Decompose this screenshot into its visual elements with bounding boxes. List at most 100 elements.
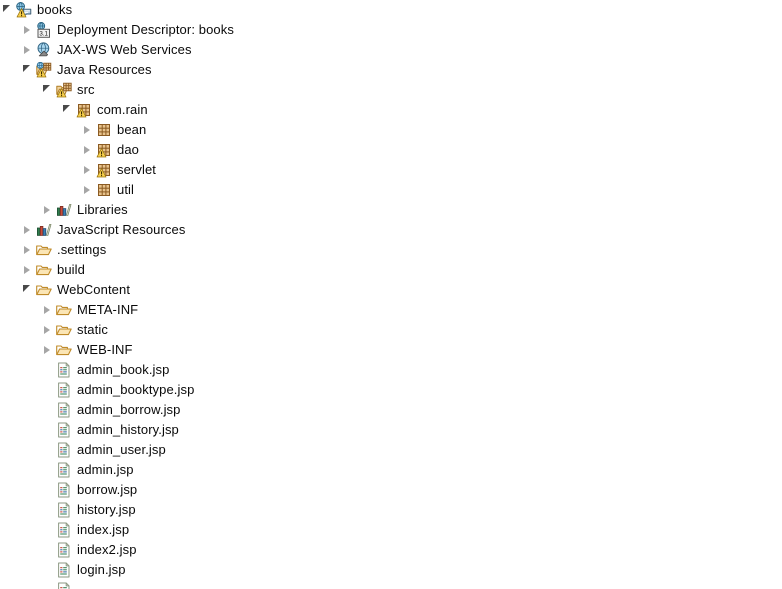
svg-text:3.1: 3.1	[39, 31, 48, 38]
jsp-file-icon	[56, 482, 72, 498]
dynamic-web-project-icon	[16, 2, 32, 18]
tree-item[interactable]: login.jsp	[0, 560, 782, 580]
tree-arrow-placeholder	[40, 440, 56, 460]
tree-item-label: WEB-INF	[77, 342, 133, 357]
tree-item[interactable]: admin_history.jsp	[0, 420, 782, 440]
libraries-icon	[36, 222, 52, 238]
tree-item-label: static	[77, 322, 108, 337]
deployment-descriptor-icon: 3.1	[36, 22, 52, 38]
tree-item[interactable]: src	[0, 80, 782, 100]
tree-item[interactable]: bean	[0, 120, 782, 140]
tree-item-label: Java Resources	[57, 62, 152, 77]
tree-item[interactable]	[0, 580, 782, 589]
tree-arrow-placeholder	[40, 580, 56, 589]
tree-item[interactable]: 3.1 Deployment Descriptor: books	[0, 20, 782, 40]
tree-item[interactable]: build	[0, 260, 782, 280]
tree-item[interactable]: Java Resources	[0, 60, 782, 80]
tree-arrow-placeholder	[40, 380, 56, 400]
tree-item-label: JavaScript Resources	[57, 222, 186, 237]
tree-item[interactable]: WebContent	[0, 280, 782, 300]
tree-item-label: admin.jsp	[77, 462, 134, 477]
tree-item[interactable]: admin_book.jsp	[0, 360, 782, 380]
tree-item[interactable]: history.jsp	[0, 500, 782, 520]
tree-item-label: dao	[117, 142, 139, 157]
folder-icon	[36, 262, 52, 278]
chevron-right-icon[interactable]	[20, 20, 36, 40]
chevron-down-icon[interactable]	[40, 80, 56, 100]
chevron-right-icon[interactable]	[40, 320, 56, 340]
tree-item-label: Deployment Descriptor: books	[57, 22, 234, 37]
chevron-right-icon[interactable]	[80, 140, 96, 160]
tree-item[interactable]: index.jsp	[0, 520, 782, 540]
chevron-right-icon[interactable]	[20, 220, 36, 240]
tree-item[interactable]: borrow.jsp	[0, 480, 782, 500]
jsp-file-icon	[56, 542, 72, 558]
tree-item-label: .settings	[57, 242, 107, 257]
folder-icon	[36, 242, 52, 258]
folder-icon	[56, 342, 72, 358]
tree-item[interactable]: admin.jsp	[0, 460, 782, 480]
tree-item[interactable]: JavaScript Resources	[0, 220, 782, 240]
jax-ws-web-services-icon	[36, 42, 52, 58]
package-icon	[96, 162, 112, 178]
tree-item[interactable]: .settings	[0, 240, 782, 260]
tree-item[interactable]: static	[0, 320, 782, 340]
tree-item[interactable]: admin_user.jsp	[0, 440, 782, 460]
chevron-right-icon[interactable]	[40, 340, 56, 360]
tree-arrow-placeholder	[40, 460, 56, 480]
chevron-right-icon[interactable]	[20, 40, 36, 60]
tree-item[interactable]: admin_borrow.jsp	[0, 400, 782, 420]
chevron-right-icon[interactable]	[20, 260, 36, 280]
tree-item-label: servlet	[117, 162, 156, 177]
chevron-right-icon[interactable]	[80, 160, 96, 180]
chevron-right-icon[interactable]	[80, 180, 96, 200]
chevron-right-icon[interactable]	[40, 200, 56, 220]
tree-item-label: admin_history.jsp	[77, 422, 179, 437]
tree-item[interactable]: util	[0, 180, 782, 200]
tree-item-label: admin_booktype.jsp	[77, 382, 195, 397]
tree-item[interactable]: index2.jsp	[0, 540, 782, 560]
tree-item[interactable]: admin_booktype.jsp	[0, 380, 782, 400]
chevron-down-icon[interactable]	[60, 100, 76, 120]
source-folder-icon	[56, 82, 72, 98]
tree-item[interactable]: books	[0, 0, 782, 20]
tree-item[interactable]: JAX-WS Web Services	[0, 40, 782, 60]
folder-icon	[56, 322, 72, 338]
tree-item-label: util	[117, 182, 135, 197]
chevron-down-icon[interactable]	[20, 280, 36, 300]
chevron-down-icon[interactable]	[20, 60, 36, 80]
chevron-down-icon[interactable]	[0, 0, 16, 20]
tree-item[interactable]: servlet	[0, 160, 782, 180]
tree-item[interactable]: com.rain	[0, 100, 782, 120]
chevron-right-icon[interactable]	[20, 240, 36, 260]
tree-arrow-placeholder	[40, 480, 56, 500]
tree-item[interactable]: META-INF	[0, 300, 782, 320]
chevron-right-icon[interactable]	[40, 300, 56, 320]
jsp-file-icon	[56, 402, 72, 418]
jsp-file-icon	[56, 442, 72, 458]
tree-item[interactable]: dao	[0, 140, 782, 160]
tree-item[interactable]: WEB-INF	[0, 340, 782, 360]
jsp-file-icon	[56, 562, 72, 578]
project-explorer-tree[interactable]: books 3.1 Deployment Descriptor: books JAX-…	[0, 0, 782, 589]
jsp-file-icon	[56, 502, 72, 518]
tree-item[interactable]: Libraries	[0, 200, 782, 220]
tree-item-label: login.jsp	[77, 562, 126, 577]
jsp-file-icon	[56, 382, 72, 398]
package-icon	[96, 142, 112, 158]
tree-arrow-placeholder	[40, 360, 56, 380]
jsp-file-icon	[56, 522, 72, 538]
chevron-right-icon[interactable]	[80, 120, 96, 140]
